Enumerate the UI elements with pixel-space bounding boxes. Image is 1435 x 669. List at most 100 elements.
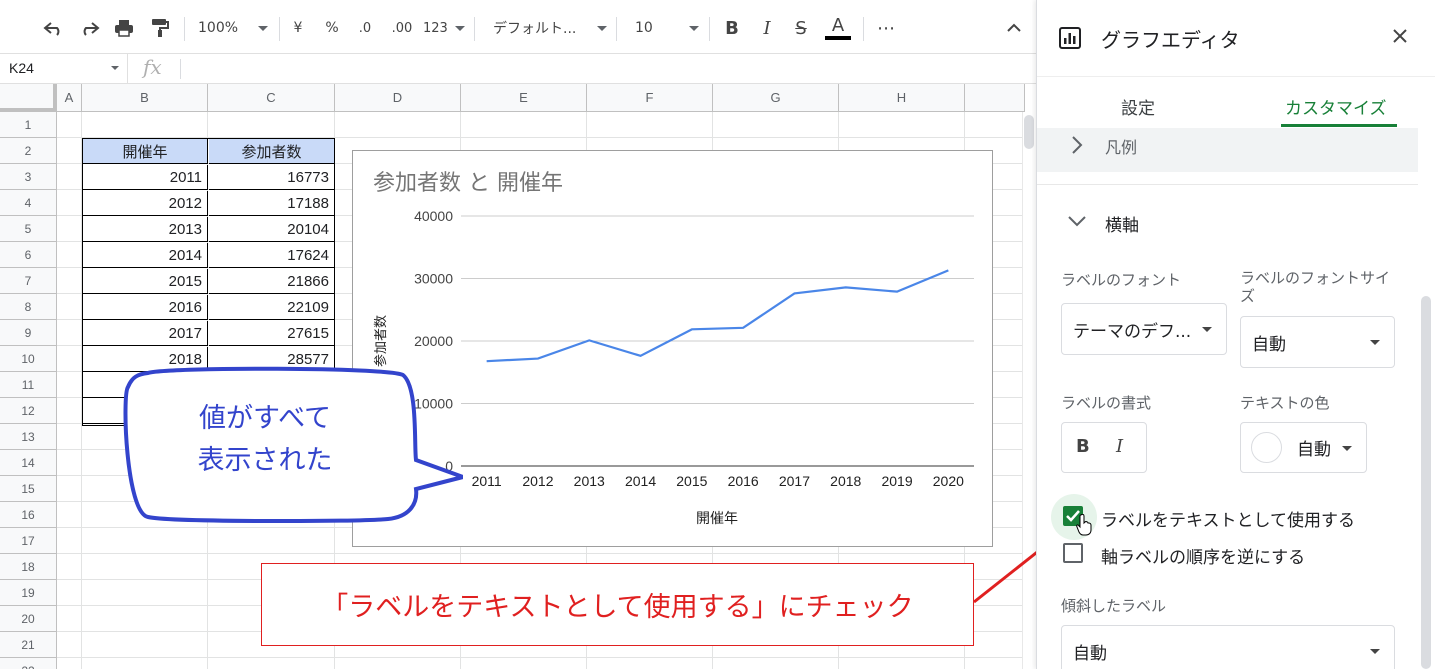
row-header-18[interactable]: 18 [0, 554, 57, 580]
row-header-15[interactable]: 15 [0, 476, 57, 502]
label-font-value: テーマのデフ... [1073, 321, 1192, 342]
strike-label: S [795, 17, 807, 39]
chevron-down-icon [1342, 445, 1352, 451]
column-header-g[interactable]: G [713, 84, 839, 112]
print-icon[interactable] [110, 14, 138, 42]
row-header-5[interactable]: 5 [0, 216, 57, 242]
table-cell[interactable]: 2011 [83, 165, 208, 190]
row-header-21[interactable]: 21 [0, 632, 57, 658]
chevron-down-icon [455, 25, 465, 31]
row-header-9[interactable]: 9 [0, 320, 57, 346]
italic-toggle[interactable]: I [1116, 436, 1123, 457]
panel-scroll-thumb[interactable] [1421, 296, 1431, 669]
table-cell[interactable]: 22109 [209, 295, 334, 320]
row-header-22[interactable]: 22 [0, 658, 57, 669]
select-all-corner[interactable] [0, 84, 57, 112]
instruction-text: 「ラベルをテキストとして使用する」にチェック [321, 592, 914, 623]
percent-format-button[interactable]: % [322, 14, 342, 42]
table-header-cell[interactable]: 開催年 [83, 139, 208, 164]
table-cell[interactable]: 2016 [83, 295, 208, 320]
close-icon[interactable] [1392, 28, 1408, 44]
row-header-2[interactable]: 2 [0, 138, 57, 164]
label-font-label: ラベルのフォント [1061, 271, 1182, 289]
column-header-h[interactable]: H [839, 84, 965, 112]
label-size-select[interactable]: 自動 [1240, 316, 1395, 368]
table-cell[interactable]: 17188 [209, 191, 334, 216]
row-header-13[interactable]: 13 [0, 424, 57, 450]
table-cell[interactable]: 2012 [83, 191, 208, 216]
chart-editor-panel: グラフエディタ 設定 カスタマイズ 凡例 横軸 ラベルのフォント テーマのデフ.… [1036, 0, 1435, 669]
column-header-a[interactable]: A [57, 84, 82, 112]
zoom-select[interactable]: 100% [198, 14, 268, 42]
currency-format-button[interactable]: ¥ [288, 14, 308, 42]
row-header-17[interactable]: 17 [0, 528, 57, 554]
column-header-c[interactable]: C [208, 84, 335, 112]
tab-setup[interactable]: 設定 [1121, 94, 1155, 119]
use-labels-as-text-label[interactable]: ラベルをテキストとして使用する [1101, 506, 1355, 531]
grid-column-line [81, 112, 82, 669]
slant-select[interactable]: 自動 [1061, 625, 1395, 669]
italic-button[interactable]: I [757, 14, 777, 42]
font-size-select[interactable]: 10 [635, 14, 699, 42]
row-header-8[interactable]: 8 [0, 294, 57, 320]
strikethrough-button[interactable]: S [791, 14, 811, 42]
redo-icon[interactable] [75, 14, 103, 42]
table-cell[interactable]: 27615 [209, 321, 334, 346]
row-header-1[interactable]: 1 [0, 112, 57, 138]
column-header-e[interactable]: E [461, 84, 587, 112]
row-header-10[interactable]: 10 [0, 346, 57, 372]
slant-value: 自動 [1073, 643, 1107, 664]
collapse-toolbar-button[interactable] [1002, 14, 1026, 42]
name-box[interactable]: K24 [0, 54, 128, 83]
increase-decimal-button[interactable]: .00 [388, 14, 416, 42]
font-size-value: 10 [635, 20, 653, 36]
table-cell[interactable]: 21866 [209, 269, 334, 294]
bold-button[interactable]: B [722, 14, 742, 42]
number-format-select[interactable]: 123 [423, 14, 465, 42]
chevron-down-icon [258, 25, 268, 31]
row-header-4[interactable]: 4 [0, 190, 57, 216]
hand-cursor-icon [1076, 514, 1092, 536]
legend-section-header[interactable]: 凡例 [1037, 128, 1418, 172]
more-options-button[interactable]: ⋯ [874, 14, 898, 42]
row-header-14[interactable]: 14 [0, 450, 57, 476]
undo-icon[interactable] [40, 14, 68, 42]
font-family-select[interactable]: デフォルト... [493, 14, 607, 42]
table-cell[interactable]: 2017 [83, 321, 208, 346]
row-header-20[interactable]: 20 [0, 606, 57, 632]
column-header-d[interactable]: D [335, 84, 461, 112]
x-tick-label: 2014 [625, 473, 656, 489]
table-cell[interactable]: 17624 [209, 243, 334, 268]
row-header-12[interactable]: 12 [0, 398, 57, 424]
slant-label: 傾斜したラベル [1061, 597, 1167, 615]
column-header-f[interactable]: F [587, 84, 713, 112]
chevron-down-icon [1202, 327, 1212, 332]
decrease-decimal-label: .0 [358, 20, 372, 36]
paint-format-icon[interactable] [146, 14, 174, 42]
row-header-16[interactable]: 16 [0, 502, 57, 528]
row-header-6[interactable]: 6 [0, 242, 57, 268]
row-header-7[interactable]: 7 [0, 268, 57, 294]
reverse-axis-order-label[interactable]: 軸ラベルの順序を逆にする [1101, 543, 1305, 568]
row-header-19[interactable]: 19 [0, 580, 57, 606]
column-header-b[interactable]: B [82, 84, 208, 112]
table-cell[interactable]: 16773 [209, 165, 334, 190]
decrease-decimal-button[interactable]: .0 [354, 14, 376, 42]
row-header-11[interactable]: 11 [0, 372, 57, 398]
column-header-partial[interactable] [965, 84, 1025, 112]
reverse-axis-order-checkbox[interactable] [1063, 543, 1083, 563]
chevron-down-icon[interactable] [1067, 215, 1087, 227]
row-header-3[interactable]: 3 [0, 164, 57, 190]
table-header-cell[interactable]: 参加者数 [209, 139, 334, 164]
text-color-select[interactable]: 自動 [1240, 422, 1367, 473]
table-cell[interactable]: 2014 [83, 243, 208, 268]
table-cell[interactable]: 20104 [209, 217, 334, 242]
scroll-thumb[interactable] [1024, 115, 1034, 149]
label-font-select[interactable]: テーマのデフ... [1061, 303, 1227, 355]
bold-toggle[interactable]: B [1076, 436, 1090, 457]
table-cell[interactable]: 2015 [83, 269, 208, 294]
x-tick-label: 2020 [933, 473, 964, 489]
tab-customize[interactable]: カスタマイズ [1285, 94, 1387, 119]
table-cell[interactable]: 2013 [83, 217, 208, 242]
text-color-button[interactable]: A [825, 14, 851, 42]
